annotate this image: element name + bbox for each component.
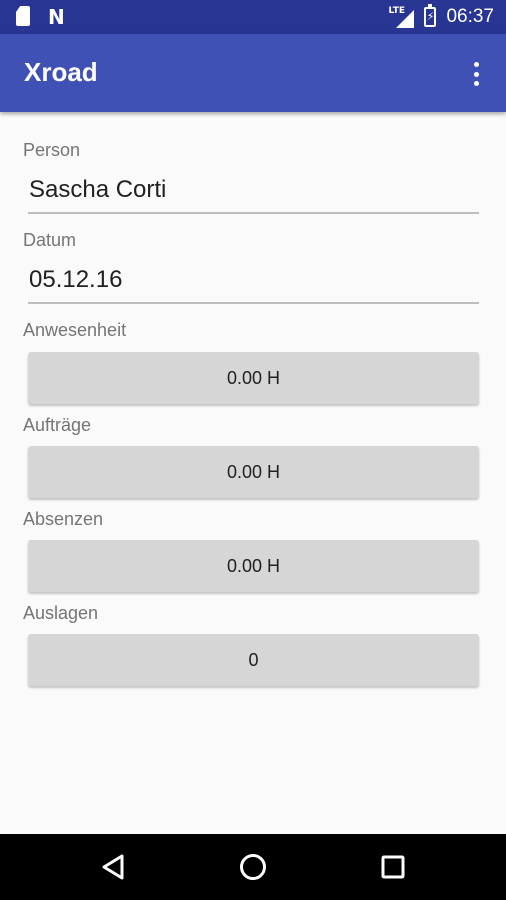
n-notification-icon: N <box>48 5 65 29</box>
datum-input[interactable] <box>28 258 479 302</box>
anwesenheit-label: Anwesenheit <box>23 320 127 340</box>
auslagen-button[interactable]: 0 <box>28 634 479 686</box>
status-left-icons: N <box>16 6 65 28</box>
anwesenheit-button[interactable]: 0.00 H <box>28 352 479 404</box>
auftraege-button[interactable]: 0.00 H <box>28 446 479 498</box>
battery-charging-icon: ⚡ <box>424 4 437 27</box>
absenzen-label: Absenzen <box>23 509 104 529</box>
back-icon[interactable] <box>73 834 153 900</box>
home-icon[interactable] <box>213 834 293 900</box>
status-bar: N LTE ⚡ 06:37 <box>0 0 506 34</box>
status-time: 06:37 <box>446 6 494 27</box>
recents-icon[interactable] <box>353 834 433 900</box>
person-label: Person <box>23 140 81 160</box>
sd-card-icon <box>16 6 30 26</box>
status-right-icons: LTE ⚡ 06:37 <box>388 0 494 34</box>
navigation-bar <box>0 834 506 900</box>
app-bar: Xroad <box>0 34 506 112</box>
person-input[interactable] <box>28 168 479 212</box>
person-field[interactable] <box>28 168 479 214</box>
auftraege-label: Aufträge <box>23 415 92 435</box>
absenzen-button[interactable]: 0.00 H <box>28 540 479 592</box>
datum-field[interactable] <box>28 258 479 304</box>
datum-label: Datum <box>23 230 77 250</box>
app-title: Xroad <box>24 57 98 87</box>
more-vert-icon[interactable] <box>464 58 488 90</box>
lte-signal-icon: LTE <box>388 6 415 28</box>
auslagen-label: Auslagen <box>23 603 99 623</box>
